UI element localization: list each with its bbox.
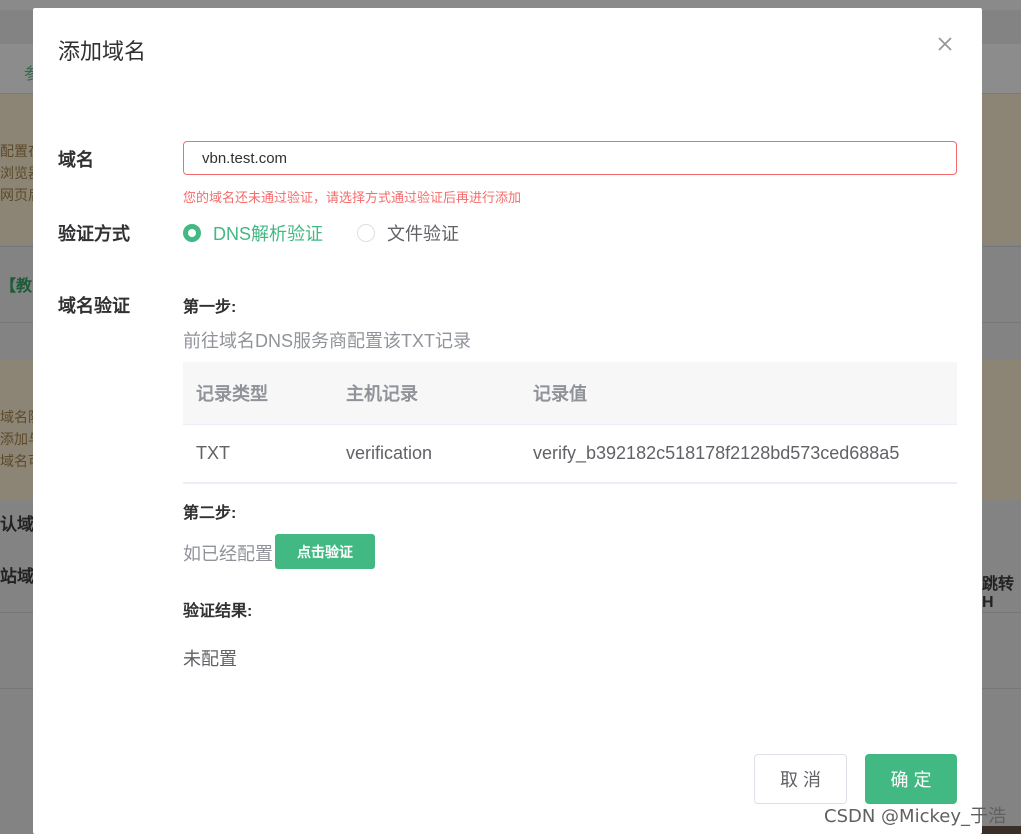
verify-method-label: 验证方式 bbox=[58, 224, 130, 244]
click-verify-button[interactable]: 点击验证 bbox=[275, 534, 375, 569]
txt-record-table: 记录类型 主机记录 记录值 TXT verification verify_b3… bbox=[183, 362, 957, 484]
step1-title: 第一步: bbox=[183, 299, 237, 316]
table-cell: verification bbox=[346, 443, 433, 463]
step2-title: 第二步: bbox=[183, 505, 237, 522]
add-domain-dialog: 添加域名 域名 您的域名还未通过验证，请选择方式通过验证后再进行添加 验证方式 … bbox=[33, 8, 982, 834]
radio-file-verify[interactable]: 文件验证 bbox=[357, 220, 459, 246]
step1-description: 前往域名DNS服务商配置该TXT记录 bbox=[183, 331, 471, 351]
result-value: 未配置 bbox=[183, 649, 237, 669]
column-header: 记录类型 bbox=[196, 384, 268, 404]
domain-label: 域名 bbox=[58, 150, 94, 170]
domain-input[interactable] bbox=[183, 141, 957, 175]
dialog-title: 添加域名 bbox=[58, 39, 147, 64]
radio-file-label: 文件验证 bbox=[387, 224, 459, 244]
watermark: CSDN @Mickey_于浩 bbox=[824, 806, 1006, 827]
step2-description: 如已经配置 bbox=[183, 544, 273, 564]
confirm-button[interactable]: 确 定 bbox=[865, 754, 957, 804]
radio-unchecked-icon bbox=[357, 224, 375, 242]
domain-verify-label: 域名验证 bbox=[58, 296, 130, 316]
radio-checked-icon bbox=[183, 224, 201, 242]
radio-dns-label: DNS解析验证 bbox=[213, 224, 324, 244]
bg-bold-text: 认域 bbox=[0, 515, 34, 534]
column-header: 记录值 bbox=[533, 384, 587, 404]
cancel-button[interactable]: 取 消 bbox=[754, 754, 847, 804]
result-title: 验证结果: bbox=[183, 603, 253, 620]
table-cell: verify_b392182c518178f2128bd573ced688a5 bbox=[533, 443, 900, 463]
domain-error-message: 您的域名还未通过验证，请选择方式通过验证后再进行添加 bbox=[183, 190, 522, 205]
close-icon[interactable] bbox=[935, 34, 955, 54]
bg-right-text: 跳转H bbox=[982, 576, 1015, 611]
bg-bold-text: 站域 bbox=[0, 567, 34, 586]
bg-tutorial-link: 【教 bbox=[0, 278, 33, 295]
table-header: 记录类型 主机记录 记录值 bbox=[183, 362, 957, 424]
radio-dns-verify[interactable]: DNS解析验证 bbox=[183, 220, 323, 246]
column-header: 主机记录 bbox=[346, 384, 418, 404]
table-cell: TXT bbox=[196, 443, 230, 463]
table-row: TXT verification verify_b392182c518178f2… bbox=[183, 424, 957, 484]
